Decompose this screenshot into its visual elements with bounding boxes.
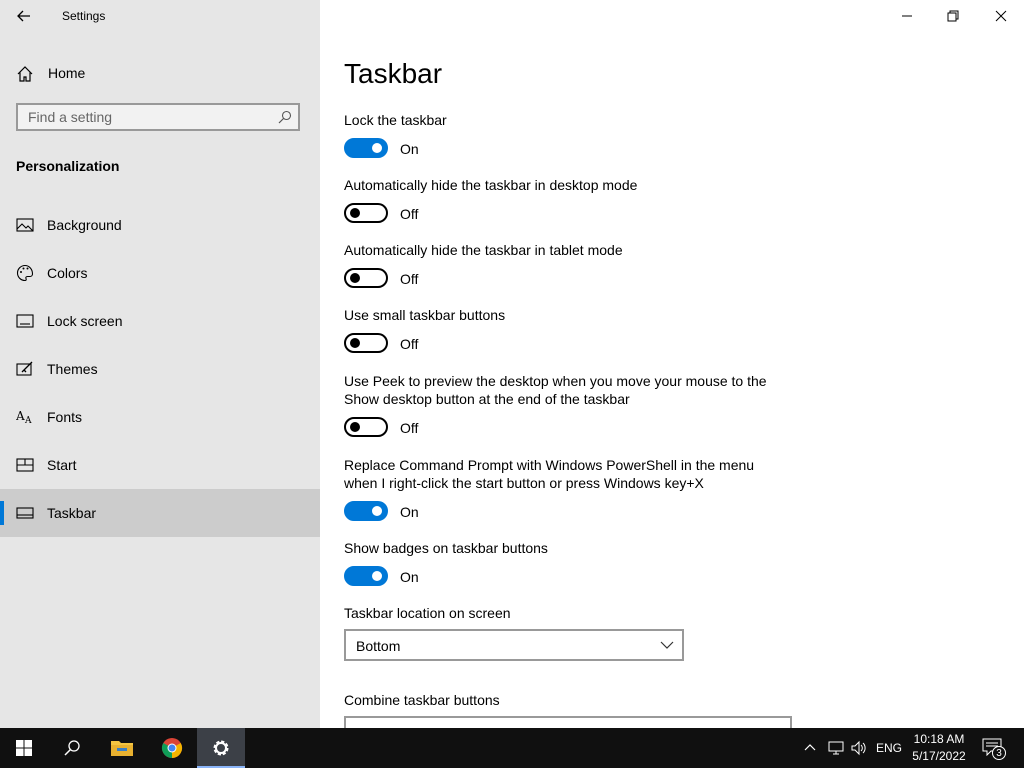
toggle-state-text: On [400, 141, 419, 157]
lock-taskbar-toggle[interactable] [344, 138, 388, 158]
folder-icon [111, 741, 133, 756]
powershell-toggle[interactable] [344, 501, 388, 521]
toggle-knob [372, 506, 382, 516]
minimize-icon [902, 15, 912, 17]
setting-label-peek: Use Peek to preview the desktop when you… [344, 373, 767, 407]
sidebar-item-taskbar[interactable]: Taskbar [0, 489, 320, 537]
svg-text:A: A [16, 409, 25, 423]
file-explorer-button[interactable] [98, 728, 146, 768]
setting-label-combine: Combine taskbar buttons [344, 692, 500, 708]
lock-screen-icon [16, 314, 34, 328]
start-icon [16, 458, 34, 472]
close-button[interactable] [978, 0, 1024, 32]
search-taskbar-button[interactable] [48, 728, 96, 768]
close-icon [995, 10, 1007, 22]
toggle-state-text: Off [400, 336, 419, 352]
app-title: Settings [62, 9, 106, 23]
sidebar-item-label: Home [48, 65, 86, 81]
restore-icon [947, 10, 959, 22]
sidebar-item-themes[interactable]: Themes [0, 345, 320, 393]
sidebar-item-label: Taskbar [47, 505, 97, 521]
autohide-tablet-toggle[interactable] [344, 268, 388, 288]
sidebar-item-label: Fonts [47, 409, 83, 425]
chevron-up-icon[interactable] [804, 742, 816, 752]
sidebar: Settings Home Personalization Background… [0, 0, 320, 728]
language-indicator[interactable]: ENG [876, 741, 902, 755]
themes-icon [16, 361, 33, 376]
network-icon[interactable] [828, 740, 844, 756]
sidebar-item-label: Lock screen [47, 313, 123, 329]
sidebar-item-lock-screen[interactable]: Lock screen [0, 297, 320, 345]
start-button[interactable] [0, 728, 48, 768]
search-box[interactable] [16, 103, 300, 131]
toggle-state-text: On [400, 569, 419, 585]
section-title: Personalization [16, 158, 120, 174]
toggle-knob [350, 422, 360, 432]
sidebar-item-fonts[interactable]: AA Fonts [0, 393, 320, 441]
sidebar-item-label: Colors [47, 265, 88, 281]
setting-label-lock-taskbar: Lock the taskbar [344, 112, 447, 128]
palette-icon [17, 264, 34, 282]
sidebar-item-home[interactable]: Home [0, 56, 320, 90]
toggle-knob [350, 338, 360, 348]
setting-label-small-buttons: Use small taskbar buttons [344, 307, 506, 323]
sidebar-item-background[interactable]: Background [0, 201, 320, 249]
clock[interactable]: 10:18 AM 5/17/2022 [906, 731, 972, 765]
taskbar: ENG 10:18 AM 5/17/2022 3 [0, 728, 1024, 768]
peek-toggle[interactable] [344, 417, 388, 437]
toggle-knob [350, 273, 360, 283]
volume-icon[interactable] [850, 740, 868, 756]
clock-date: 5/17/2022 [912, 749, 966, 763]
toggle-state-text: On [400, 504, 419, 520]
toggle-state-text: Off [400, 271, 419, 287]
toggle-state-text: Off [400, 420, 419, 436]
sidebar-item-colors[interactable]: Colors [0, 249, 320, 297]
toggle-state-text: Off [400, 206, 419, 222]
back-button[interactable] [8, 4, 40, 28]
toggle-knob [350, 208, 360, 218]
windows-logo-icon [16, 740, 32, 756]
chrome-icon [161, 738, 183, 759]
toggle-knob [372, 143, 382, 153]
gear-icon [213, 740, 229, 756]
setting-label-autohide-tablet: Automatically hide the taskbar in tablet… [344, 242, 623, 258]
chevron-down-icon [660, 641, 674, 649]
restore-button[interactable] [930, 0, 976, 32]
search-icon [64, 740, 80, 756]
clock-time: 10:18 AM [913, 732, 965, 746]
sidebar-item-label: Background [47, 217, 122, 233]
sidebar-item-start[interactable]: Start [0, 441, 320, 489]
taskbar-location-dropdown[interactable]: Bottom [344, 629, 684, 661]
setting-label-badges: Show badges on taskbar buttons [344, 540, 548, 556]
svg-text:A: A [24, 416, 32, 426]
settings-taskbar-button[interactable] [197, 728, 245, 768]
back-arrow-icon [17, 10, 30, 22]
home-icon [17, 66, 33, 82]
chrome-button[interactable] [148, 728, 196, 768]
search-icon[interactable] [278, 110, 292, 124]
window-controls [884, 0, 1024, 32]
fonts-icon: AA [16, 409, 32, 426]
setting-label-location: Taskbar location on screen [344, 605, 511, 621]
notifications-button[interactable]: 3 [982, 738, 1008, 760]
minimize-button[interactable] [884, 0, 930, 32]
autohide-desktop-toggle[interactable] [344, 203, 388, 223]
taskbar-icon [16, 507, 34, 519]
sidebar-item-label: Start [47, 457, 77, 473]
small-buttons-toggle[interactable] [344, 333, 388, 353]
notification-count-badge: 3 [992, 746, 1006, 760]
setting-label-autohide-desktop: Automatically hide the taskbar in deskto… [344, 177, 638, 193]
picture-icon [16, 218, 34, 232]
dropdown-value: Bottom [356, 638, 401, 654]
page-title: Taskbar [344, 58, 443, 89]
active-indicator [0, 501, 4, 525]
search-input[interactable] [18, 105, 268, 129]
badges-toggle[interactable] [344, 566, 388, 586]
toggle-knob [372, 571, 382, 581]
sidebar-item-label: Themes [47, 361, 98, 377]
setting-label-powershell: Replace Command Prompt with Windows Powe… [344, 457, 755, 491]
